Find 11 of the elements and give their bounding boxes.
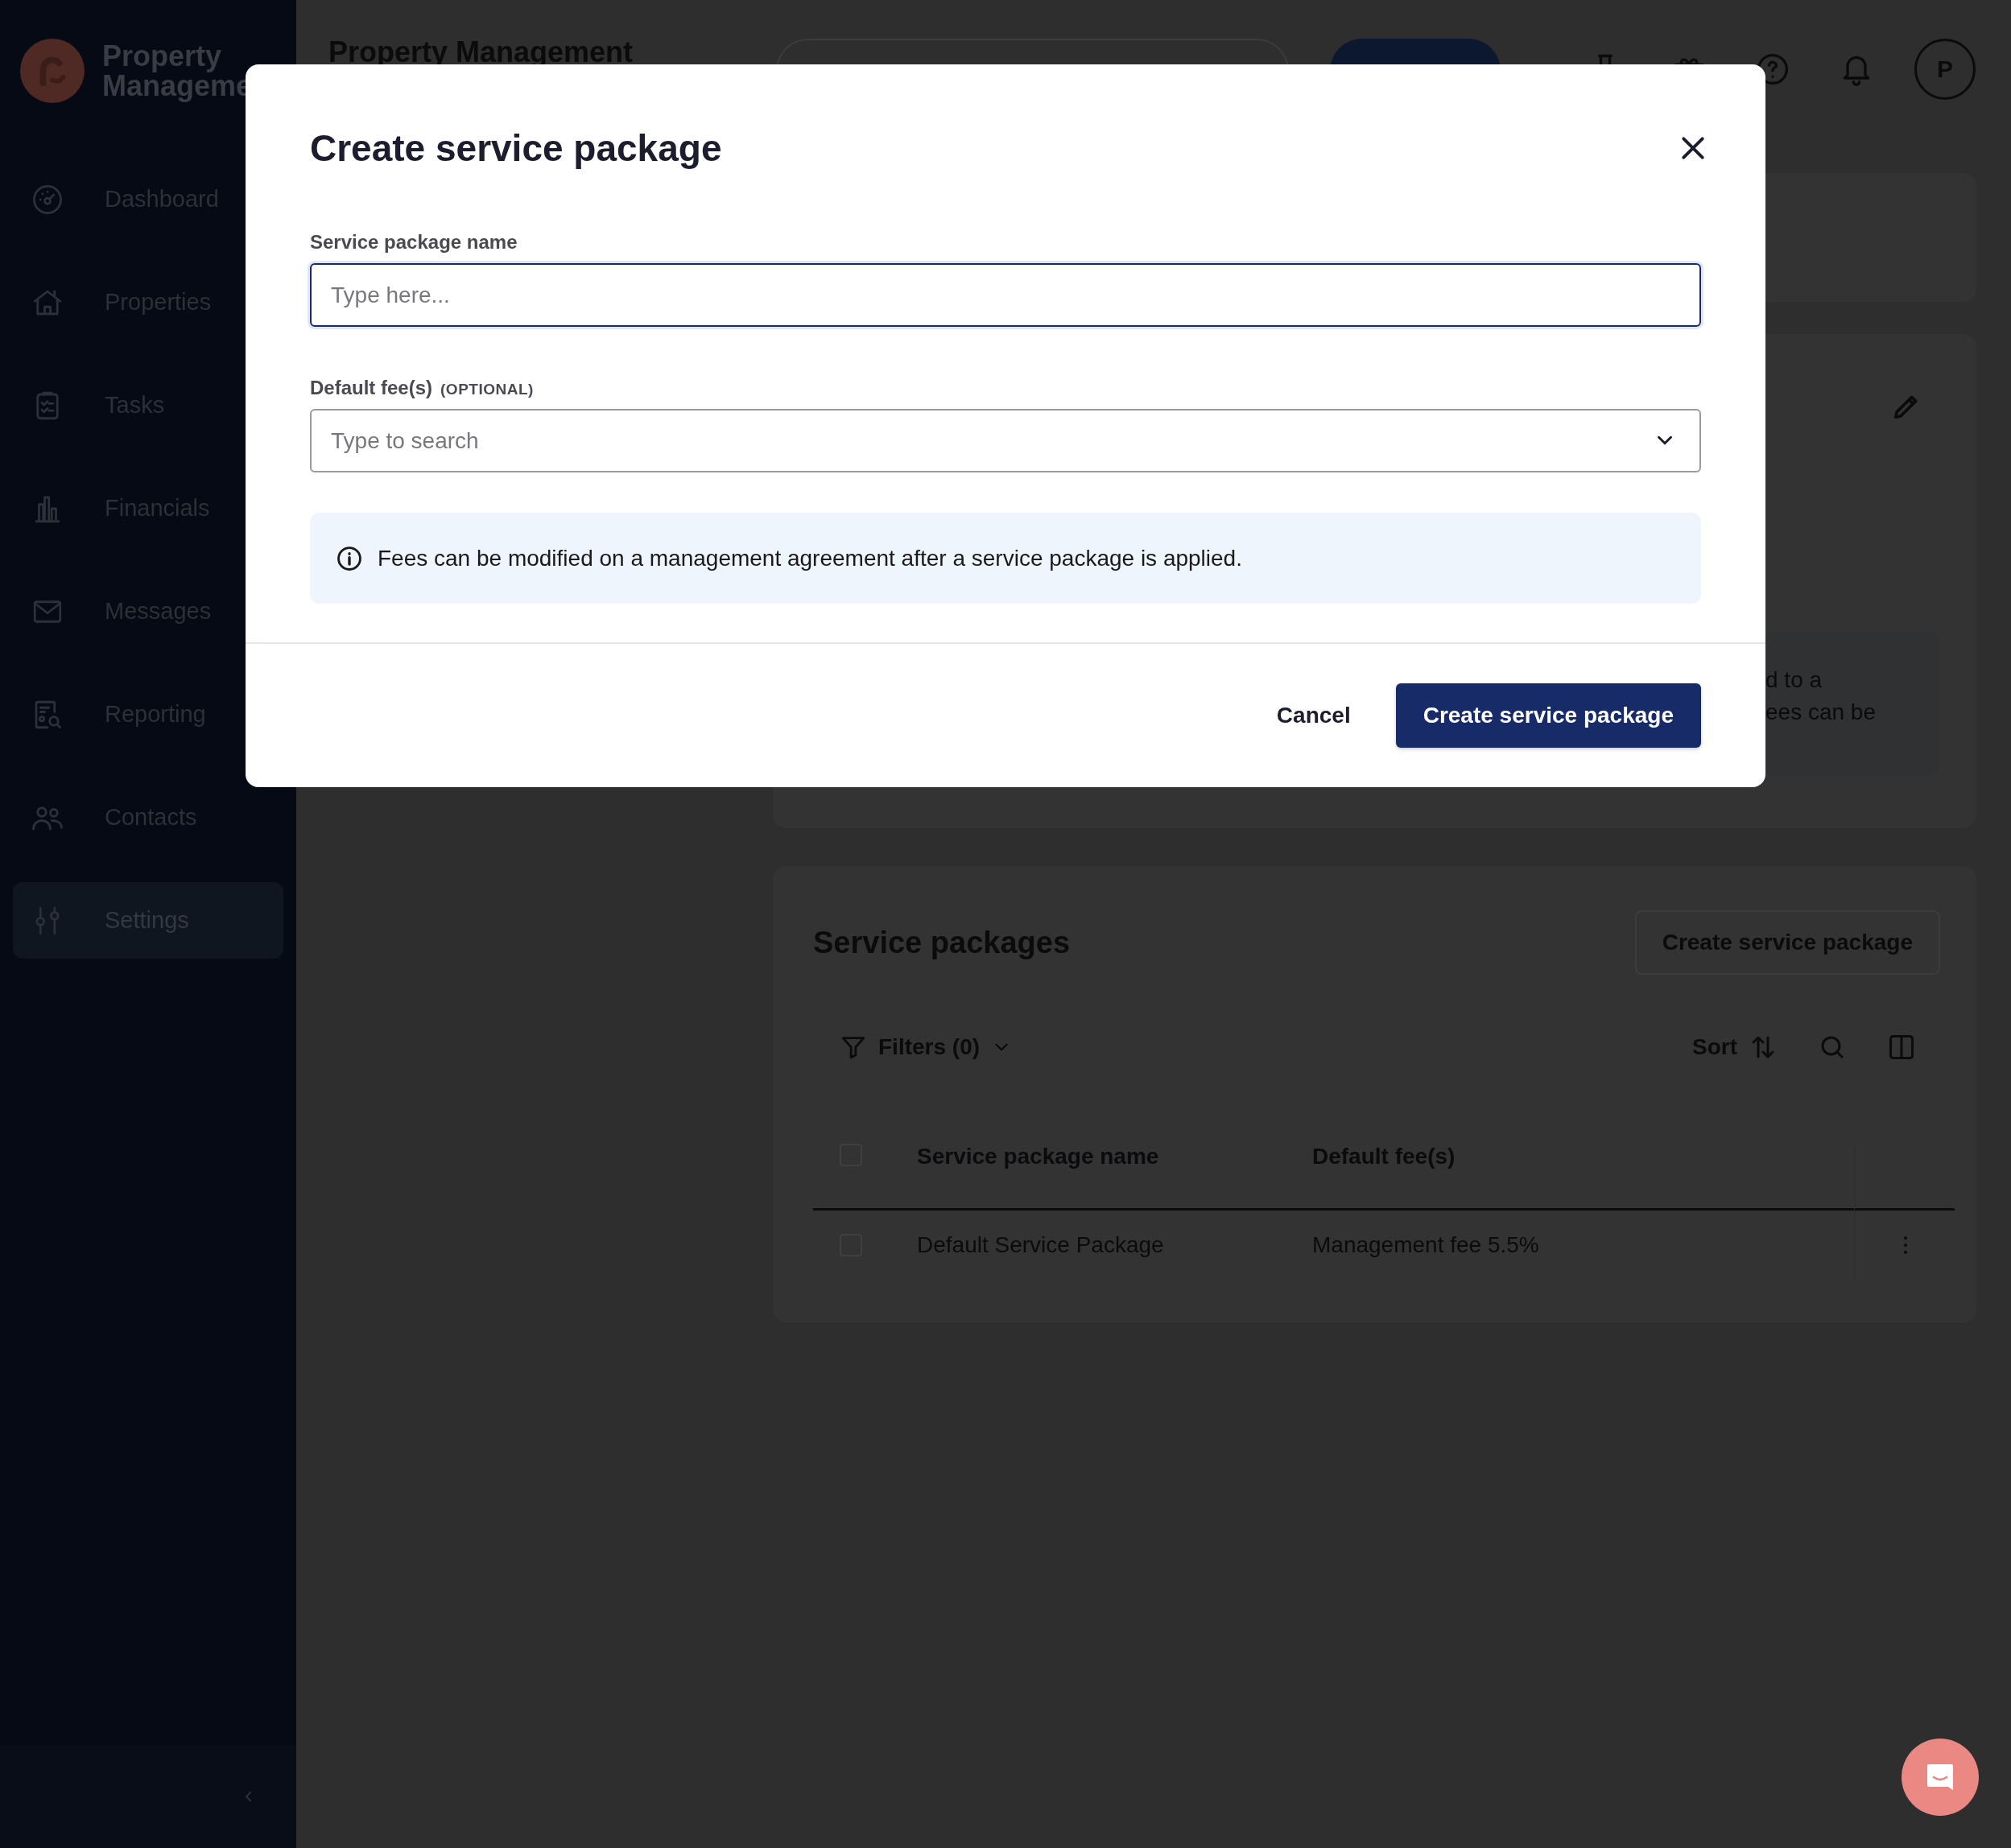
info-message: Fees can be modified on a management agreement after a service package is applied. (378, 545, 1242, 571)
field-label: Service package name (310, 231, 518, 254)
fee-select-field[interactable]: Type to search (310, 409, 1701, 472)
columns-icon[interactable] (1887, 1033, 1916, 1062)
create-button[interactable]: Create service package (1395, 683, 1701, 748)
info-icon (336, 544, 363, 572)
cancel-button[interactable]: Cancel (1260, 683, 1367, 748)
dialog-title: Create service package (310, 126, 722, 170)
name-input-field[interactable]: Type here... (310, 263, 1701, 327)
field-label: Default fee(s) (310, 377, 433, 399)
optional-tag: (OPTIONAL) (440, 381, 534, 398)
